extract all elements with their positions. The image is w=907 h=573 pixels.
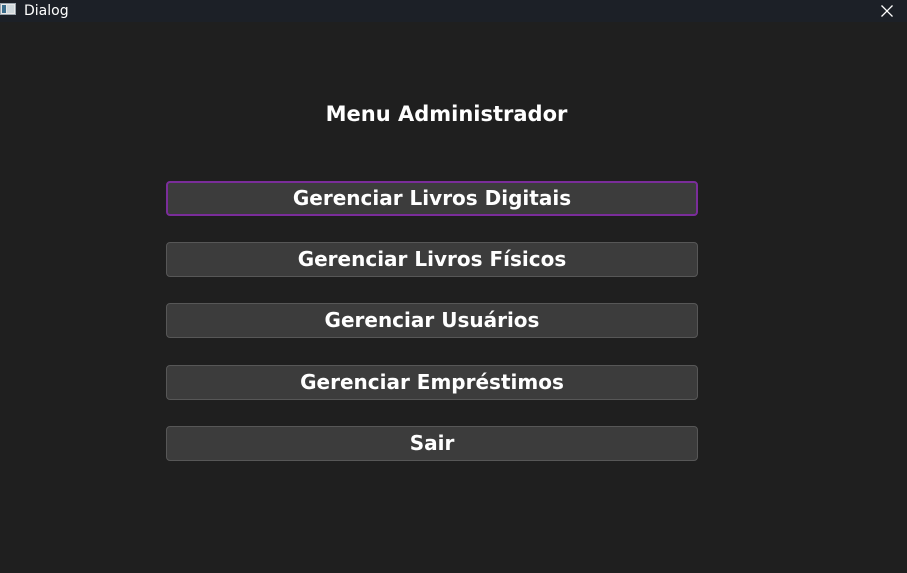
manage-physical-books-button[interactable]: Gerenciar Livros Físicos — [166, 242, 698, 277]
dialog-window: Dialog Menu Administrador Gerenciar Livr… — [0, 0, 907, 573]
manage-digital-books-button[interactable]: Gerenciar Livros Digitais — [166, 181, 698, 216]
title-bar: Dialog — [0, 0, 907, 22]
exit-button[interactable]: Sair — [166, 426, 698, 461]
close-button[interactable] — [867, 0, 907, 22]
app-window-icon — [0, 3, 16, 15]
window-title: Dialog — [24, 3, 69, 19]
close-icon — [881, 5, 893, 17]
manage-users-button[interactable]: Gerenciar Usuários — [166, 303, 698, 338]
page-title: Menu Administrador — [325, 102, 568, 126]
manage-loans-button[interactable]: Gerenciar Empréstimos — [166, 365, 698, 400]
